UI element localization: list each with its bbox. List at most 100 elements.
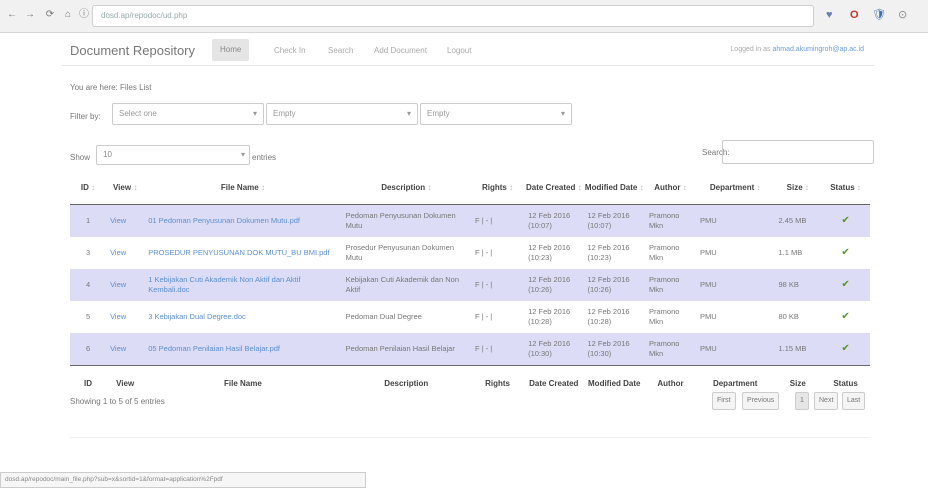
extension-icon[interactable]: ⊙ bbox=[898, 9, 907, 21]
cell-file-name: 3 Kebijakan Dual Degree.doc bbox=[144, 301, 342, 333]
cell-author: Pramono Mkn bbox=[645, 333, 696, 366]
sort-icon: ↕ bbox=[756, 182, 761, 192]
opera-icon[interactable]: O bbox=[850, 9, 859, 21]
pagination-page-1[interactable]: 1 bbox=[795, 392, 809, 410]
browser-toolbar: ← → ⟳ ⌂ ⓘ dosd.ap/repodoc/ud.php ♥ O 🛡 ⊙ bbox=[0, 0, 928, 33]
cell-description: Kebijakan Cuti Akademik dan Non Aktif bbox=[341, 269, 472, 301]
sort-icon: ↕ bbox=[260, 182, 265, 192]
cell-description: Prosedur Penyusunan Dokumen Mutu bbox=[341, 237, 472, 269]
cell-rights: F | - | bbox=[471, 204, 525, 237]
nav-search[interactable]: Search bbox=[328, 46, 353, 55]
cell-file-name: 01 Pedoman Penyusunan Dokumen Mutu.pdf bbox=[144, 204, 342, 237]
sort-icon: ↕ bbox=[427, 182, 432, 192]
table-row: 1 View 01 Pedoman Penyusunan Dokumen Mutu.… bbox=[70, 204, 870, 237]
cell-file-name-link[interactable]: PROSEDUR PENYUSUNAN DOK MUTU_BU BMI.pdf bbox=[148, 248, 329, 257]
search-input[interactable] bbox=[722, 140, 874, 164]
col-header-label: Department bbox=[709, 182, 755, 192]
cell-rights: F | - | bbox=[471, 269, 525, 301]
col-header-label: View bbox=[112, 182, 132, 192]
cell-file-name-link[interactable]: 3 Kebijakan Dual Degree.doc bbox=[148, 312, 246, 321]
cell-rights: F | - | bbox=[471, 333, 525, 366]
table-body: 1 View 01 Pedoman Penyusunan Dokumen Mutu.… bbox=[70, 204, 870, 366]
site-info-icon[interactable]: ⓘ bbox=[78, 9, 90, 21]
table-header-row: ID ↕ View ↕ File Name ↕ Description ↕ Ri… bbox=[70, 170, 870, 205]
logged-in-user-link[interactable]: ahmad.akumingroh@ap.ac.id bbox=[772, 46, 864, 53]
shield-icon[interactable]: 🛡 bbox=[872, 9, 886, 21]
cell-file-name: PROSEDUR PENYUSUNAN DOK MUTU_BU BMI.pdf bbox=[144, 237, 342, 269]
sort-icon: ↕ bbox=[133, 182, 138, 192]
col-header-label: Author bbox=[654, 182, 681, 192]
forward-icon[interactable]: → bbox=[24, 9, 36, 21]
table-row: 6 View 05 Pedoman Penilaian Hasil Belajar.… bbox=[70, 333, 870, 366]
col-header-department[interactable]: Department ↕ bbox=[695, 170, 775, 205]
back-icon[interactable]: ← bbox=[6, 9, 18, 21]
home-icon[interactable]: ⌂ bbox=[62, 9, 74, 21]
filter-select-3-value: Empty bbox=[427, 109, 450, 118]
entries-label: entries bbox=[252, 153, 277, 162]
cell-view: View bbox=[106, 301, 145, 333]
filter-select-1[interactable]: Select one ▾ bbox=[112, 103, 264, 125]
address-bar[interactable]: dosd.ap/repodoc/ud.php bbox=[92, 5, 814, 27]
cell-file-name-link[interactable]: 05 Pedoman Penilaian Hasil Belajar.pdf bbox=[148, 344, 280, 353]
col-header-id[interactable]: ID ↕ bbox=[70, 170, 107, 205]
cell-size: 2.45 MB bbox=[774, 204, 822, 237]
table-row: 5 View 3 Kebijakan Dual Degree.doc Pedoman … bbox=[70, 301, 870, 333]
cell-view-link[interactable]: View bbox=[110, 344, 126, 353]
pagination-first[interactable]: First bbox=[712, 392, 736, 410]
cell-view-link[interactable]: View bbox=[110, 280, 126, 289]
nav-home[interactable]: Home bbox=[212, 39, 250, 61]
cell-size: 1.1 MB bbox=[774, 237, 822, 269]
pagination-last[interactable]: Last bbox=[842, 392, 866, 410]
cell-view: View bbox=[106, 204, 145, 237]
col-header-status[interactable]: Status ↕ bbox=[821, 170, 870, 205]
col-header-rights[interactable]: Rights ↕ bbox=[471, 170, 525, 205]
cell-view-link[interactable]: View bbox=[110, 248, 126, 257]
table-row: 3 View PROSEDUR PENYUSUNAN DOK MUTU_BU BMI… bbox=[70, 237, 870, 269]
cell-file-name-link[interactable]: 01 Pedoman Penyusunan Dokumen Mutu.pdf bbox=[148, 216, 300, 225]
cell-date-created: 12 Feb 2016 (10:28) bbox=[524, 301, 584, 333]
pocket-icon[interactable]: ♥ bbox=[826, 9, 833, 21]
col-header-modified-date[interactable]: Modified Date ↕ bbox=[583, 170, 646, 205]
cell-description: Pedoman Dual Degree bbox=[341, 301, 472, 333]
cell-file-name-link[interactable]: 1 Kebijakan Cuti Akademik Non Aktif dan … bbox=[148, 275, 300, 294]
pagination-next[interactable]: Next bbox=[814, 392, 839, 410]
col-header-author[interactable]: Author ↕ bbox=[645, 170, 696, 205]
col-header-file-name[interactable]: File Name ↕ bbox=[144, 170, 342, 205]
nav-logout[interactable]: Logout bbox=[447, 46, 471, 55]
chevron-down-icon: ▾ bbox=[406, 109, 411, 118]
filter-select-2[interactable]: Empty ▾ bbox=[266, 103, 418, 125]
sort-icon: ↕ bbox=[509, 182, 514, 192]
nav-check-in[interactable]: Check In bbox=[274, 46, 306, 55]
col-header-label: Rights bbox=[481, 182, 507, 192]
col-header-date-created[interactable]: Date Created ↕ bbox=[524, 170, 584, 205]
cell-view-link[interactable]: View bbox=[110, 216, 126, 225]
cell-modified-date: 12 Feb 2016 (10:30) bbox=[583, 333, 646, 366]
cell-modified-date: 12 Feb 2016 (10:23) bbox=[583, 237, 646, 269]
foot-id: ID bbox=[70, 365, 107, 400]
pagination-previous[interactable]: Previous bbox=[742, 392, 780, 410]
cell-department: PMU bbox=[695, 333, 775, 366]
nav-add-document[interactable]: Add Document bbox=[374, 46, 427, 55]
col-header-size[interactable]: Size ↕ bbox=[774, 170, 822, 205]
sort-icon: ↕ bbox=[91, 182, 96, 192]
col-header-description[interactable]: Description ↕ bbox=[341, 170, 472, 205]
logged-in-prefix: Logged in as bbox=[730, 46, 771, 53]
reload-icon[interactable]: ⟳ bbox=[44, 9, 56, 21]
foot-rights: Rights bbox=[471, 365, 525, 400]
filter-select-3[interactable]: Empty ▾ bbox=[420, 103, 572, 125]
cell-department: PMU bbox=[695, 269, 775, 301]
table-row: 4 View 1 Kebijakan Cuti Akademik Non Aktif… bbox=[70, 269, 870, 301]
cell-description: Pedoman Penyusunan Dokumen Mutu bbox=[341, 204, 472, 237]
brand-title[interactable]: Document Repository bbox=[70, 43, 195, 58]
cell-date-created: 12 Feb 2016 (10:23) bbox=[524, 237, 584, 269]
cell-modified-date: 12 Feb 2016 (10:07) bbox=[583, 204, 646, 237]
cell-id: 6 bbox=[70, 333, 107, 366]
entries-select[interactable]: 10 ▾ bbox=[96, 145, 250, 165]
status-check-icon: ✔ bbox=[821, 301, 870, 333]
cell-view-link[interactable]: View bbox=[110, 312, 126, 321]
cell-view: View bbox=[106, 269, 145, 301]
cell-department: PMU bbox=[695, 237, 775, 269]
chevron-down-icon: ▾ bbox=[240, 150, 245, 159]
cell-file-name: 1 Kebijakan Cuti Akademik Non Aktif dan … bbox=[144, 269, 342, 301]
col-header-view[interactable]: View ↕ bbox=[106, 170, 145, 205]
